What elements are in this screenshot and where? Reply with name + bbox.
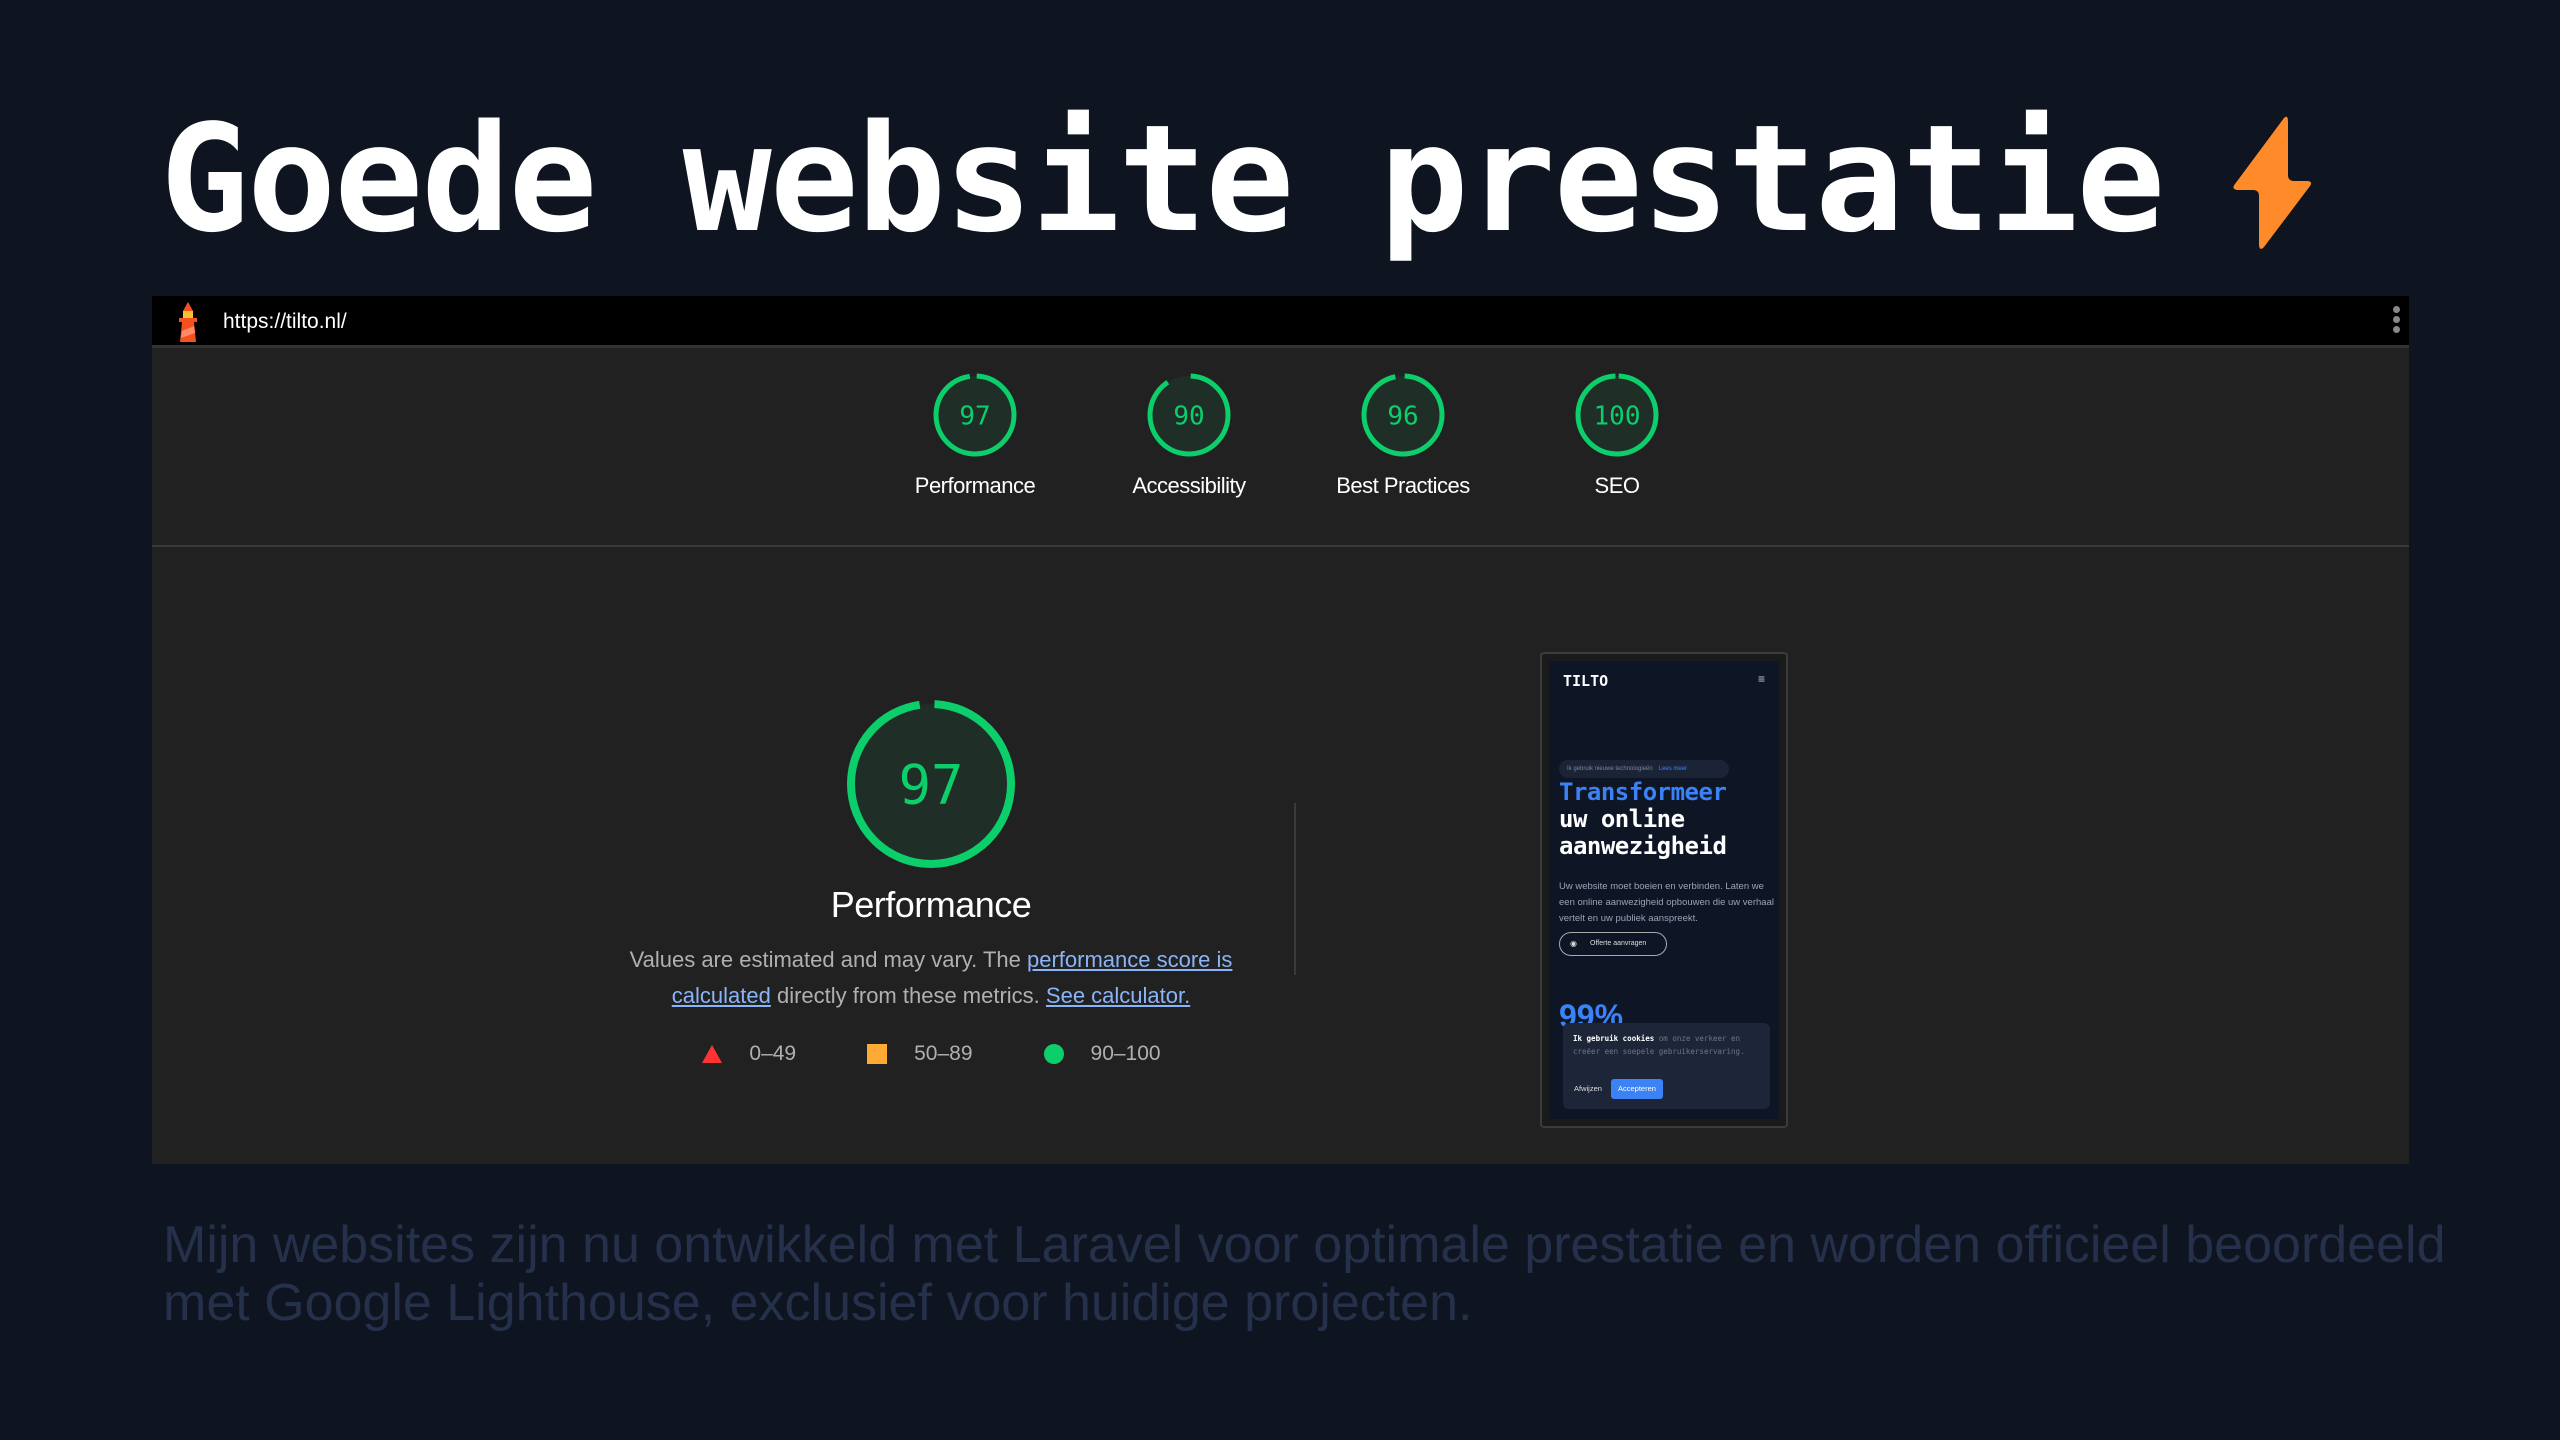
performance-gauge: 97 [847, 700, 1015, 868]
site-logo: TILTO [1563, 672, 1609, 690]
legend-item-pass: 90–100 [1043, 1042, 1161, 1066]
legend-range: 90–100 [1090, 1042, 1161, 1065]
announcement-pill: Ik gebruik nieuwe technologieën Lees meer [1559, 760, 1729, 778]
gauge-accessibility[interactable]: 90 Accessibility [1089, 371, 1289, 499]
hamburger-menu-icon: ≡ [1757, 672, 1765, 686]
gauge-seo[interactable]: 100 SEO [1517, 371, 1717, 499]
site-cta-button: Offerte aanvragen [1559, 932, 1667, 956]
score-legend: 0–49 50–89 90–100 [601, 1042, 1261, 1066]
gauge-label: Performance [914, 473, 1036, 498]
site-heading: Transformeer uw online aanwezigheid [1559, 778, 1727, 860]
gauge-score: 97 [898, 753, 963, 816]
circle-icon [1043, 1044, 1064, 1064]
score-gauge: 90 [1147, 373, 1231, 457]
category-gauges: 97 Performance 90 Accessibility 96 Best Pract… [152, 351, 2409, 547]
see-calculator-link[interactable]: See calculator. [1046, 983, 1190, 1008]
heading-line: aanwezigheid [1559, 832, 1727, 860]
report-topbar: https://tilto.nl/ [152, 296, 2409, 348]
triangle-icon [702, 1045, 723, 1063]
gauge-performance[interactable]: 97 Performance [875, 371, 1075, 499]
gauge-best-practices[interactable]: 96 Best Practices [1303, 371, 1503, 499]
gauge-label: SEO [1594, 473, 1640, 498]
legend-range: 50–89 [914, 1042, 973, 1065]
accept-button: Accepteren [1611, 1079, 1663, 1099]
site-description: Uw website moet boeien en verbinden. Lat… [1559, 881, 1774, 924]
legend-item-average: 50–89 [866, 1042, 973, 1066]
score-gauge: 96 [1361, 373, 1445, 457]
gauge-score: 96 [1387, 401, 1418, 431]
cookie-title: Ik gebruik cookies [1573, 1034, 1655, 1043]
heading-line: Transformeer [1559, 778, 1727, 806]
page-screenshot[interactable]: TILTO ≡ Ik gebruik nieuwe technologieën L… [1540, 652, 1788, 1128]
gauge-label: Accessibility [1132, 473, 1246, 498]
cookie-banner: Ik gebruik cookies om onze verkeer en cr… [1563, 1023, 1770, 1109]
score-gauge: 100 [1575, 373, 1659, 457]
performance-description: Values are estimated and may vary. The p… [601, 942, 1261, 1014]
lighthouse-report: https://tilto.nl/ 97 Performance 90 Accessi… [152, 296, 2409, 1164]
page-title: Goede website prestatie [160, 93, 2165, 265]
lighthouse-logo-icon [179, 302, 197, 342]
footer-description: Mijn websites zijn nu ontwikkeld met Lar… [163, 1216, 2446, 1332]
score-gauge: 97 [933, 373, 1017, 457]
divider [1294, 803, 1296, 975]
decline-button: Afwijzen [1574, 1084, 1602, 1093]
legend-item-fail: 0–49 [701, 1042, 796, 1066]
desc-text: Values are estimated and may vary. The [629, 947, 1027, 972]
performance-heading: Performance [830, 884, 1032, 925]
more-options-icon[interactable] [2393, 306, 2401, 336]
desc-text: directly from these metrics. [770, 983, 1046, 1008]
legend-range: 0–49 [749, 1042, 797, 1065]
gauge-label: Best Practices [1336, 473, 1470, 498]
report-url[interactable]: https://tilto.nl/ [223, 310, 347, 334]
gauge-score: 90 [1173, 401, 1204, 431]
gauge-score: 97 [959, 401, 990, 431]
square-icon [867, 1044, 888, 1064]
gauge-score: 100 [1594, 401, 1641, 431]
pill-link: Lees meer [1658, 766, 1688, 772]
performance-summary: 97 Performance Values are estimated and … [601, 696, 1261, 1066]
pill-text: Ik gebruik nieuwe technologieën [1567, 766, 1653, 772]
heading-line: uw online [1559, 805, 1685, 833]
